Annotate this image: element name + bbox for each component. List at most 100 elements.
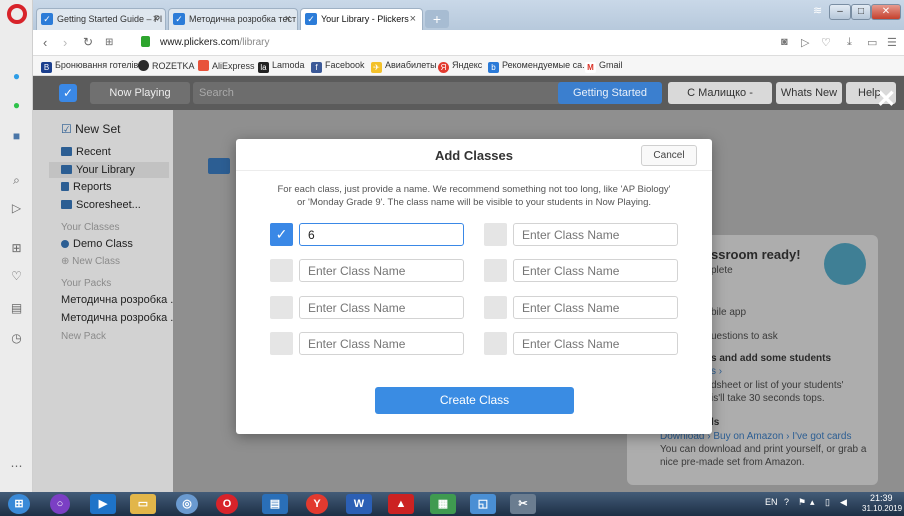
class-checkbox-6[interactable] <box>484 296 507 319</box>
new-set-button[interactable]: ☑ New Set <box>61 122 120 136</box>
reload-icon[interactable]: ↻ <box>83 35 93 49</box>
bookmark-lamoda[interactable]: la Lamoda <box>258 60 305 73</box>
sidebar-item-reports[interactable]: Reports <box>61 181 112 193</box>
news-icon[interactable]: ▤ <box>8 300 25 317</box>
back-icon[interactable]: ‹ <box>43 35 47 50</box>
battery-icon[interactable]: ▭ <box>867 36 877 49</box>
class-checkbox-3[interactable] <box>270 259 293 282</box>
maximize-button[interactable]: □ <box>851 4 871 20</box>
close-icon[interactable]: × <box>410 9 416 29</box>
search-icon[interactable]: ⌕ <box>8 172 25 189</box>
class-checkbox-2[interactable] <box>484 223 507 246</box>
image-viewer-icon[interactable]: ▦ <box>430 494 456 514</box>
clock-time[interactable]: 21:39 <box>870 493 893 503</box>
bookmark-recommended[interactable]: b Рекомендуемые са... <box>488 60 590 73</box>
media-player-icon[interactable]: ▶ <box>90 494 116 514</box>
sidebar-item-pack-2[interactable]: Методична розробка ... <box>61 312 179 324</box>
class-name-input-1[interactable] <box>299 223 464 246</box>
speed-dial-icon[interactable]: ⊞ <box>105 37 113 48</box>
history-icon[interactable]: ◷ <box>8 330 25 347</box>
whatsapp-icon[interactable]: ● <box>8 97 25 114</box>
sidebar-item-new-class[interactable]: ⊕ New Class <box>61 256 120 267</box>
heart-icon[interactable]: ♡ <box>8 268 25 285</box>
camera-icon[interactable]: ◙ <box>781 36 788 48</box>
arrow-up-tray-icon[interactable]: ▴ <box>810 497 815 508</box>
bookmark-aliexpress[interactable]: AliExpress <box>198 60 255 71</box>
class-name-input-2[interactable] <box>513 223 678 246</box>
help-tray-icon[interactable]: ? <box>784 497 789 507</box>
bookmark-yandex[interactable]: Я Яндекс <box>438 60 482 73</box>
tab-getting-started[interactable]: ✓ Getting Started Guide – Pl × <box>36 8 166 30</box>
chrome-icon[interactable]: ◎ <box>176 494 198 514</box>
class-name-input-6[interactable] <box>513 296 678 319</box>
opera-taskbar-icon[interactable]: O <box>216 494 238 514</box>
forward-icon[interactable]: › <box>63 35 67 50</box>
clock-date[interactable]: 31.10.2019 <box>862 504 902 513</box>
class-checkbox-7[interactable] <box>270 332 293 355</box>
opera-logo-icon[interactable] <box>7 4 27 24</box>
class-name-input-3[interactable] <box>299 259 464 282</box>
class-name-input-5[interactable] <box>299 296 464 319</box>
class-checkbox-8[interactable] <box>484 332 507 355</box>
photos-icon[interactable]: ◱ <box>470 494 496 514</box>
sidebar-item-demo-class[interactable]: Demo Class <box>61 238 133 250</box>
plickers-logo-icon[interactable]: ✓ <box>59 84 77 102</box>
new-tab-button[interactable]: + <box>425 10 449 28</box>
cancel-button[interactable]: Cancel <box>641 145 697 166</box>
tab-your-library[interactable]: ✓ Your Library - Plickers × <box>300 8 423 30</box>
download-icon[interactable]: ⤓ <box>847 36 852 49</box>
sidebar-item-pack-1[interactable]: Методична розробка ... <box>61 294 179 306</box>
app-icon[interactable]: ○ <box>50 494 70 514</box>
class-name-input-7[interactable] <box>299 332 464 355</box>
folder-icon[interactable] <box>208 158 230 174</box>
snipping-tool-icon[interactable]: ✂ <box>510 494 536 514</box>
language-indicator[interactable]: EN <box>765 497 778 507</box>
minimize-button[interactable]: – <box>829 4 851 20</box>
close-overlay-icon[interactable]: ✕ <box>876 88 896 112</box>
heart-icon[interactable]: ♡ <box>821 36 831 49</box>
url-field[interactable]: www.plickers.com/library <box>160 37 269 48</box>
sidebar-item-recent[interactable]: Recent <box>61 146 111 158</box>
sidebar-item-your-library[interactable]: Your Library <box>49 162 169 178</box>
more-icon[interactable]: ⋯ <box>8 458 25 475</box>
battery-tray-icon[interactable]: ▯ <box>825 497 830 508</box>
explorer-icon[interactable]: ▭ <box>130 494 156 514</box>
card-title: ssroom ready! <box>711 247 801 262</box>
user-menu-button[interactable]: С Малищко - Ратушна <box>668 82 772 121</box>
yandex-browser-icon[interactable]: Y <box>306 494 328 514</box>
now-playing-button[interactable]: Now Playing <box>90 82 190 104</box>
flag-tray-icon[interactable]: ⚑ <box>798 497 806 508</box>
flow-icon[interactable]: ▷ <box>8 200 25 217</box>
card-link[interactable]: s › <box>711 366 722 377</box>
word-icon[interactable]: W <box>346 494 372 514</box>
bookmark-aviabilety[interactable]: ✈ Авиабилеты <box>371 60 437 73</box>
speed-dial-icon[interactable]: ⊞ <box>8 240 25 257</box>
whats-new-button[interactable]: Whats New <box>776 82 842 104</box>
tab-metodychna[interactable]: ✓ Методична розробка тест × <box>168 8 298 30</box>
start-button-icon[interactable]: ⊞ <box>8 494 30 514</box>
bookmark-hotels[interactable]: B Бронювання готелів <box>41 60 138 73</box>
bookmark-rozetka[interactable]: ROZETKA <box>138 60 195 71</box>
vk-icon[interactable]: ■ <box>8 128 25 145</box>
close-icon[interactable]: × <box>153 9 159 29</box>
play-icon[interactable]: ▷ <box>801 36 809 49</box>
notes-icon[interactable]: ▤ <box>262 494 288 514</box>
class-checkbox-5[interactable] <box>270 296 293 319</box>
create-class-button[interactable]: Create Class <box>375 387 574 414</box>
window-close-button[interactable]: ✕ <box>871 4 901 20</box>
volume-tray-icon[interactable]: ◀ <box>840 497 847 508</box>
getting-started-button[interactable]: Getting Started Guide <box>558 82 662 121</box>
class-checkbox-4[interactable] <box>484 259 507 282</box>
bookmark-facebook[interactable]: f Facebook <box>311 60 365 73</box>
class-checkbox-1[interactable]: ✓ <box>270 223 293 246</box>
messenger-icon[interactable]: ● <box>8 68 25 85</box>
sidebar-item-scoresheet[interactable]: Scoresheet... <box>61 199 141 211</box>
class-name-input-4[interactable] <box>513 259 678 282</box>
menu-icon[interactable]: ☰ <box>887 36 897 49</box>
pdf-reader-icon[interactable]: ▲ <box>388 494 414 514</box>
bookmark-gmail[interactable]: M Gmail <box>585 60 623 73</box>
close-icon[interactable]: × <box>285 9 291 29</box>
search-input[interactable]: Search <box>193 82 573 104</box>
class-name-input-8[interactable] <box>513 332 678 355</box>
sidebar-item-new-pack[interactable]: New Pack <box>61 331 106 342</box>
